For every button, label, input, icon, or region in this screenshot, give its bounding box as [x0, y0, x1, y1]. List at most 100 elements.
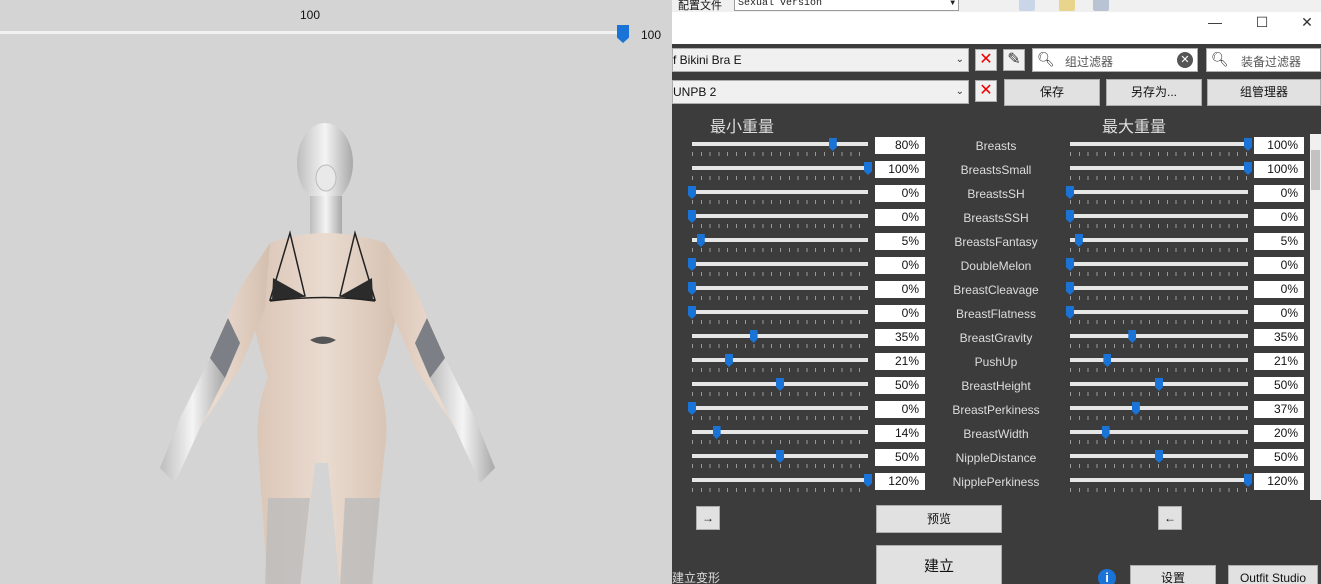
min-slider-thumb[interactable] [776, 450, 784, 463]
copy-left-button[interactable]: ← [1158, 506, 1182, 530]
max-slider-thumb[interactable] [1131, 402, 1140, 415]
min-slider-value[interactable]: 80% [875, 137, 925, 154]
max-slider-track[interactable] [1070, 238, 1248, 242]
weight-slider-track[interactable] [0, 31, 620, 34]
min-slider-thumb[interactable] [688, 402, 696, 415]
max-slider-track[interactable] [1070, 478, 1248, 482]
save-button[interactable]: 保存 [1004, 79, 1100, 106]
max-slider-value[interactable]: 35% [1254, 329, 1304, 346]
min-slider-thumb[interactable] [688, 210, 696, 223]
clear-outfit-button[interactable]: ✕ [975, 49, 997, 71]
max-slider-track[interactable] [1070, 406, 1248, 410]
max-slider-track[interactable] [1070, 142, 1248, 146]
max-slider-value[interactable]: 37% [1254, 401, 1304, 418]
copy-right-button[interactable]: → [696, 506, 720, 530]
max-slider-thumb[interactable] [1155, 450, 1163, 463]
min-slider-value[interactable]: 0% [875, 401, 925, 418]
max-slider-thumb[interactable] [1155, 378, 1163, 391]
body-preset-select[interactable]: UNPB 2 ⌄ [672, 80, 969, 104]
scrollbar-thumb[interactable] [1311, 150, 1320, 190]
max-slider-value[interactable]: 0% [1254, 185, 1304, 202]
min-slider-track[interactable] [692, 262, 868, 266]
min-slider-thumb[interactable] [864, 162, 872, 175]
preset-menu-label[interactable]: 配置文件 [678, 0, 722, 12]
max-slider-value[interactable]: 21% [1254, 353, 1304, 370]
refresh-icon[interactable] [1059, 0, 1075, 11]
build-morphs-checkbox-label[interactable]: 建立变形 [672, 569, 720, 584]
settings-button[interactable]: 设置 [1130, 565, 1216, 584]
min-slider-track[interactable] [692, 166, 868, 170]
max-slider-track[interactable] [1070, 310, 1248, 314]
preset-select[interactable]: Sexual version ▼ [734, 0, 959, 11]
min-slider-value[interactable]: 120% [875, 473, 925, 490]
max-slider-track[interactable] [1070, 430, 1248, 434]
max-slider-thumb[interactable] [1244, 138, 1252, 151]
max-slider-track[interactable] [1070, 214, 1248, 218]
max-slider-thumb[interactable] [1101, 426, 1110, 439]
info-icon[interactable]: i [1098, 569, 1116, 584]
max-slider-value[interactable]: 5% [1254, 233, 1304, 250]
min-slider-thumb[interactable] [776, 378, 784, 391]
min-slider-track[interactable] [692, 142, 868, 146]
max-slider-thumb[interactable] [1244, 162, 1252, 175]
max-slider-thumb[interactable] [1103, 354, 1112, 367]
max-slider-thumb[interactable] [1066, 186, 1074, 199]
max-slider-track[interactable] [1070, 262, 1248, 266]
max-slider-track[interactable] [1070, 358, 1248, 362]
wand-icon[interactable] [1019, 0, 1035, 11]
min-slider-value[interactable]: 50% [875, 449, 925, 466]
max-slider-thumb[interactable] [1066, 306, 1074, 319]
max-slider-value[interactable]: 20% [1254, 425, 1304, 442]
min-slider-track[interactable] [692, 214, 868, 218]
group-manager-button[interactable]: 组管理器 [1207, 79, 1321, 106]
max-slider-value[interactable]: 50% [1254, 449, 1304, 466]
min-slider-value[interactable]: 21% [875, 353, 925, 370]
min-slider-thumb[interactable] [749, 330, 758, 343]
max-slider-thumb[interactable] [1244, 474, 1252, 487]
max-slider-thumb[interactable] [1128, 330, 1137, 343]
maximize-button[interactable]: ☐ [1247, 12, 1277, 32]
preview-button[interactable]: 预览 [876, 505, 1002, 533]
min-slider-value[interactable]: 0% [875, 257, 925, 274]
max-slider-value[interactable]: 0% [1254, 257, 1304, 274]
max-slider-value[interactable]: 0% [1254, 281, 1304, 298]
min-slider-track[interactable] [692, 478, 868, 482]
min-slider-thumb[interactable] [688, 258, 696, 271]
outfit-studio-button[interactable]: Outfit Studio [1228, 565, 1318, 584]
min-slider-thumb[interactable] [696, 234, 705, 247]
group-filter-input[interactable]: 🔍︎ 组过滤器 ✕ [1032, 48, 1198, 72]
max-slider-track[interactable] [1070, 286, 1248, 290]
max-slider-value[interactable]: 0% [1254, 209, 1304, 226]
min-slider-thumb[interactable] [688, 306, 696, 319]
min-slider-track[interactable] [692, 190, 868, 194]
min-slider-thumb[interactable] [688, 186, 696, 199]
max-slider-track[interactable] [1070, 334, 1248, 338]
max-slider-value[interactable]: 120% [1254, 473, 1304, 490]
max-slider-thumb[interactable] [1066, 258, 1074, 271]
min-slider-track[interactable] [692, 286, 868, 290]
min-slider-value[interactable]: 35% [875, 329, 925, 346]
min-slider-thumb[interactable] [712, 426, 721, 439]
save-disk-icon[interactable] [1093, 0, 1109, 11]
min-slider-track[interactable] [692, 358, 868, 362]
min-slider-track[interactable] [692, 406, 868, 410]
min-slider-value[interactable]: 50% [875, 377, 925, 394]
min-slider-value[interactable]: 0% [875, 185, 925, 202]
min-slider-track[interactable] [692, 238, 868, 242]
min-slider-track[interactable] [692, 310, 868, 314]
max-slider-value[interactable]: 0% [1254, 305, 1304, 322]
max-slider-track[interactable] [1070, 166, 1248, 170]
max-slider-thumb[interactable] [1066, 210, 1074, 223]
min-slider-value[interactable]: 0% [875, 281, 925, 298]
close-button[interactable]: ✕ [1292, 12, 1321, 32]
min-slider-thumb[interactable] [828, 138, 837, 151]
min-slider-value[interactable]: 5% [875, 233, 925, 250]
min-slider-thumb[interactable] [724, 354, 733, 367]
min-slider-value[interactable]: 0% [875, 209, 925, 226]
outfit-select[interactable]: f Bikini Bra E ⌄ [672, 48, 969, 72]
max-slider-value[interactable]: 100% [1254, 137, 1304, 154]
bone-tool-icon[interactable]: ✎ [1003, 49, 1025, 71]
max-slider-value[interactable]: 50% [1254, 377, 1304, 394]
min-slider-track[interactable] [692, 334, 868, 338]
clear-filter-icon[interactable]: ✕ [1177, 52, 1193, 68]
